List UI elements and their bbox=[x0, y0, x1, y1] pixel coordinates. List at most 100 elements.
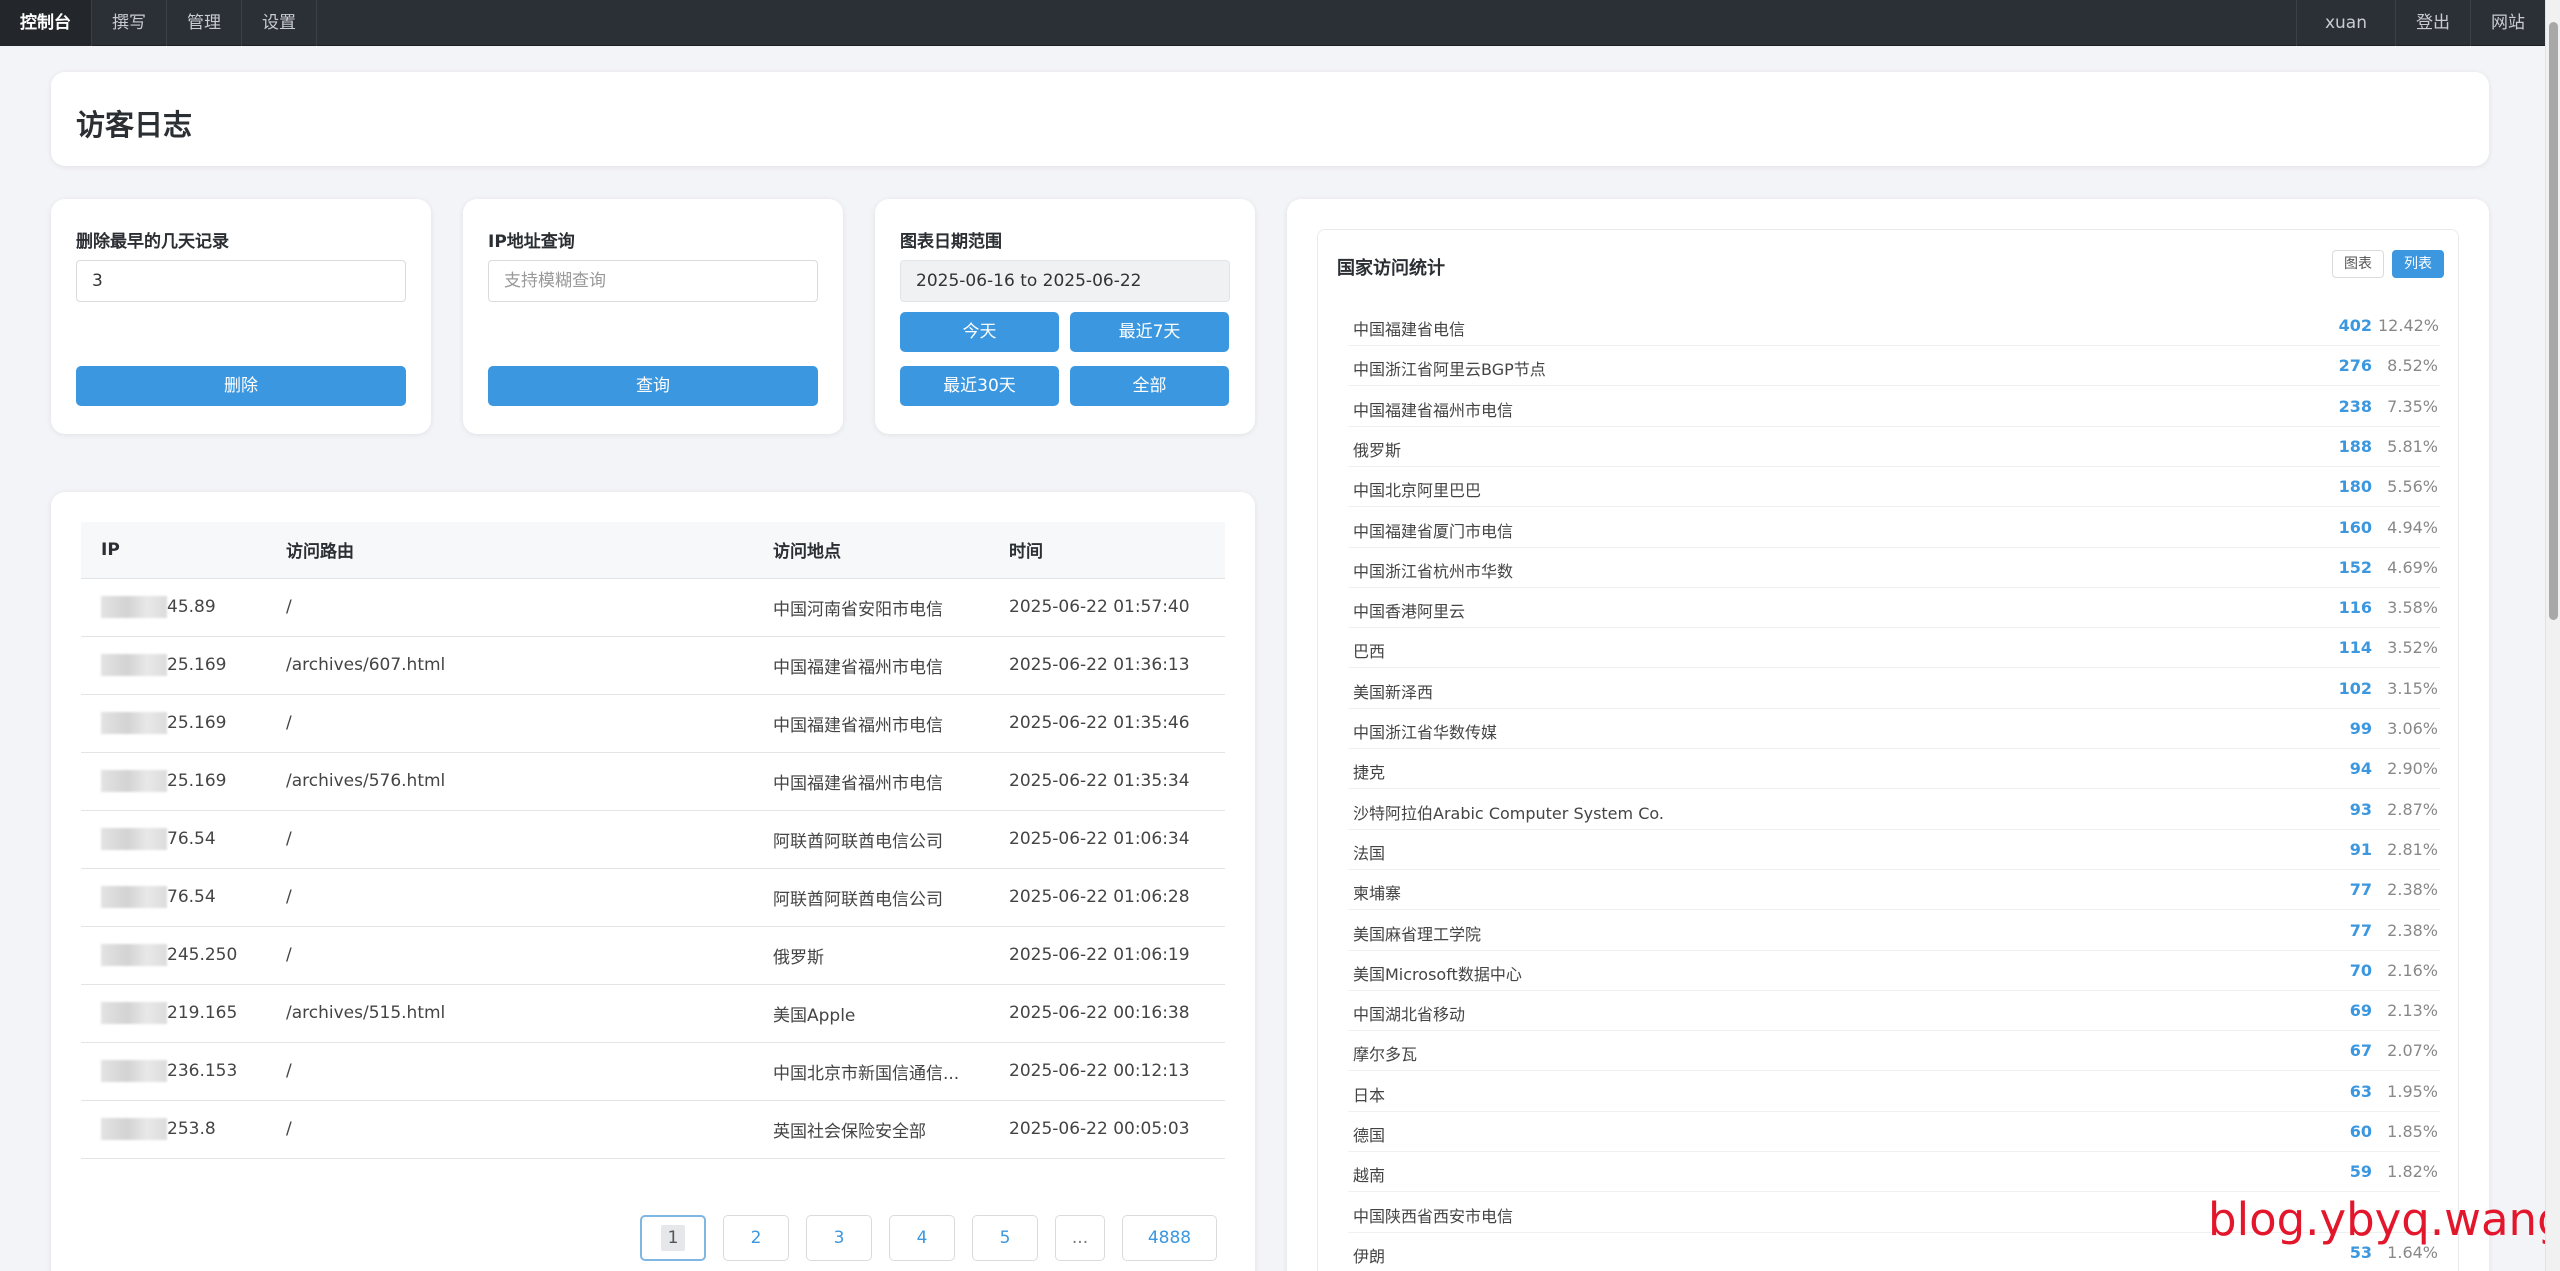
country-stat-row: 摩尔多瓦 67 2.07% bbox=[1348, 1031, 2440, 1072]
last-7-days-button[interactable]: 最近7天 bbox=[1070, 312, 1229, 352]
visit-count: 63 bbox=[2349, 1081, 2372, 1101]
date-range-title: 图表日期范围 bbox=[900, 232, 1002, 252]
visit-count: 102 bbox=[2338, 678, 2372, 698]
table-header-row: IP 访问路由 访问地点 时间 bbox=[81, 522, 1225, 579]
nav-dashboard[interactable]: 控制台 bbox=[0, 0, 92, 46]
country-stat-row: 俄罗斯 188 5.81% bbox=[1348, 427, 2440, 467]
nav-user[interactable]: xuan bbox=[2295, 0, 2395, 46]
ip-redaction bbox=[101, 1118, 167, 1140]
ip-text: 25.169 bbox=[167, 771, 227, 791]
visit-count: 69 bbox=[2349, 1001, 2372, 1021]
visit-percent: 2.13% bbox=[2387, 1001, 2438, 1021]
query-button[interactable]: 查询 bbox=[488, 366, 818, 406]
nav-left: 控制台 撰写 管理 设置 bbox=[0, 0, 317, 46]
ip-cell: 76.54 bbox=[81, 810, 266, 869]
scrollbar-thumb[interactable] bbox=[2549, 22, 2558, 620]
visit-percent: 5.81% bbox=[2387, 436, 2438, 456]
ip-cell: 245.250 bbox=[81, 926, 266, 985]
location-cell: 中国河南省安阳市电信 bbox=[753, 578, 989, 637]
country-name: 日本 bbox=[1353, 1085, 1386, 1105]
country-name: 沙特阿拉伯Arabic Computer System Co. bbox=[1353, 803, 1664, 823]
visit-percent: 3.06% bbox=[2387, 719, 2438, 738]
ip-cell: 219.165 bbox=[81, 984, 266, 1043]
visit-percent: 4.94% bbox=[2387, 517, 2438, 537]
country-stat-row: 中国浙江省阿里云BGP节点 276 8.52% bbox=[1348, 346, 2440, 387]
visit-count: 152 bbox=[2338, 557, 2372, 577]
ip-search-input[interactable] bbox=[488, 260, 818, 302]
time-cell: 2025-06-22 01:36:13 bbox=[989, 636, 1225, 695]
visit-percent: 2.07% bbox=[2387, 1041, 2438, 1061]
country-name: 俄罗斯 bbox=[1353, 440, 1402, 460]
ip-redaction bbox=[101, 1002, 167, 1024]
country-name: 法国 bbox=[1353, 843, 1386, 863]
table-row: 25.169/archives/576.html 中国福建省福州市电信 2025-0… bbox=[81, 752, 1225, 811]
country-name: 捷克 bbox=[1353, 763, 1386, 783]
nav-manage[interactable]: 管理 bbox=[167, 0, 242, 46]
visit-percent: 2.38% bbox=[2387, 920, 2438, 940]
country-name: 中国浙江省华数传媒 bbox=[1353, 723, 1498, 742]
page-scrollbar[interactable] bbox=[2545, 0, 2560, 1271]
ip-cell: 45.89 bbox=[81, 578, 266, 637]
list-view-toggle[interactable]: 列表 bbox=[2392, 250, 2444, 278]
ip-redaction bbox=[101, 596, 167, 618]
country-name: 中国福建省电信 bbox=[1353, 320, 1466, 339]
country-name: 中国北京阿里巴巴 bbox=[1353, 481, 1482, 501]
time-cell: 2025-06-22 00:12:13 bbox=[989, 1042, 1225, 1101]
table-row: 25.169/archives/607.html 中国福建省福州市电信 2025-0… bbox=[81, 636, 1225, 695]
time-cell: 2025-06-22 01:06:34 bbox=[989, 810, 1225, 869]
page-button[interactable]: 5 bbox=[972, 1215, 1038, 1261]
nav-right: xuan 登出 网站 bbox=[2295, 0, 2545, 46]
nav-settings[interactable]: 设置 bbox=[242, 0, 317, 46]
route-cell: /archives/607.html bbox=[266, 636, 753, 695]
table-row: 76.54 /阿联酋阿联酋电信公司 2025-06-22 01:06:28 bbox=[81, 868, 1225, 927]
visit-count: 93 bbox=[2349, 799, 2372, 819]
page-button[interactable]: 3 bbox=[806, 1215, 872, 1261]
page-button[interactable]: 4 bbox=[889, 1215, 955, 1261]
all-button[interactable]: 全部 bbox=[1070, 366, 1229, 406]
nav-logout[interactable]: 登出 bbox=[2395, 0, 2470, 46]
time-cell: 2025-06-22 00:16:38 bbox=[989, 984, 1225, 1043]
column-header-location: 访问地点 bbox=[753, 522, 989, 579]
visit-percent: 12.42% bbox=[2378, 316, 2440, 335]
page-title: 访客日志 bbox=[76, 108, 193, 142]
last-30-days-button[interactable]: 最近30天 bbox=[900, 366, 1059, 406]
nav-write[interactable]: 撰写 bbox=[92, 0, 167, 46]
country-name: 越南 bbox=[1353, 1166, 1386, 1186]
visit-percent: 2.90% bbox=[2387, 759, 2438, 779]
country-stat-row: 中国香港阿里云 116 3.58% bbox=[1348, 588, 2440, 629]
page-button-label: 1 bbox=[660, 1225, 686, 1251]
page-button-last[interactable]: 4888 bbox=[1122, 1215, 1217, 1261]
visitor-log-table: IP 访问路由 访问地点 时间 45.89/中国河南省安阳市电信 2025-06-… bbox=[81, 522, 1225, 1159]
page-button[interactable]: 2 bbox=[723, 1215, 789, 1261]
country-name: 中国福建省福州市电信 bbox=[1353, 400, 1514, 420]
visit-percent: 7.35% bbox=[2387, 396, 2438, 416]
country-name: 美国麻省理工学院 bbox=[1353, 924, 1482, 944]
country-stat-row: 德国 60 1.85% bbox=[1348, 1112, 2440, 1152]
chart-view-toggle[interactable]: 图表 bbox=[2332, 250, 2384, 278]
today-button[interactable]: 今天 bbox=[900, 312, 1059, 352]
visit-percent: 8.52% bbox=[2387, 356, 2438, 376]
visit-percent: 3.15% bbox=[2387, 678, 2438, 698]
column-header-route: 访问路由 bbox=[266, 522, 753, 579]
ip-cell: 25.169 bbox=[81, 636, 266, 695]
table-row: 253.8 /英国社会保险安全部 2025-06-22 00:05:03 bbox=[81, 1100, 1225, 1159]
column-header-ip: IP bbox=[81, 522, 266, 579]
nav-site[interactable]: 网站 bbox=[2470, 0, 2545, 46]
page-button-current[interactable]: 1 bbox=[640, 1215, 706, 1261]
delete-button[interactable]: 删除 bbox=[76, 366, 406, 406]
location-cell: 中国福建省福州市电信 bbox=[753, 636, 989, 695]
country-stat-row: 中国福建省福州市电信 238 7.35% bbox=[1348, 387, 2440, 427]
delete-days-input[interactable] bbox=[76, 260, 406, 302]
route-cell: / bbox=[266, 1100, 753, 1159]
table-row: 45.89 /中国河南省安阳市电信 2025-06-22 01:57:40 bbox=[81, 578, 1225, 637]
country-stat-row: 美国新泽西 102 3.15% bbox=[1348, 669, 2440, 709]
ip-cell: 253.8 bbox=[81, 1100, 266, 1159]
location-cell: 阿联酋阿联酋电信公司 bbox=[753, 868, 989, 927]
visit-count: 67 bbox=[2349, 1041, 2372, 1061]
country-name: 美国新泽西 bbox=[1353, 682, 1434, 702]
country-stat-row: 美国Microsoft数据中心 70 2.16% bbox=[1348, 951, 2440, 991]
ip-redaction bbox=[101, 1060, 167, 1082]
visit-count: 77 bbox=[2349, 920, 2372, 940]
date-range-input[interactable]: 2025-06-16 to 2025-06-22 bbox=[900, 260, 1230, 302]
country-name: 伊朗 bbox=[1353, 1246, 1386, 1266]
